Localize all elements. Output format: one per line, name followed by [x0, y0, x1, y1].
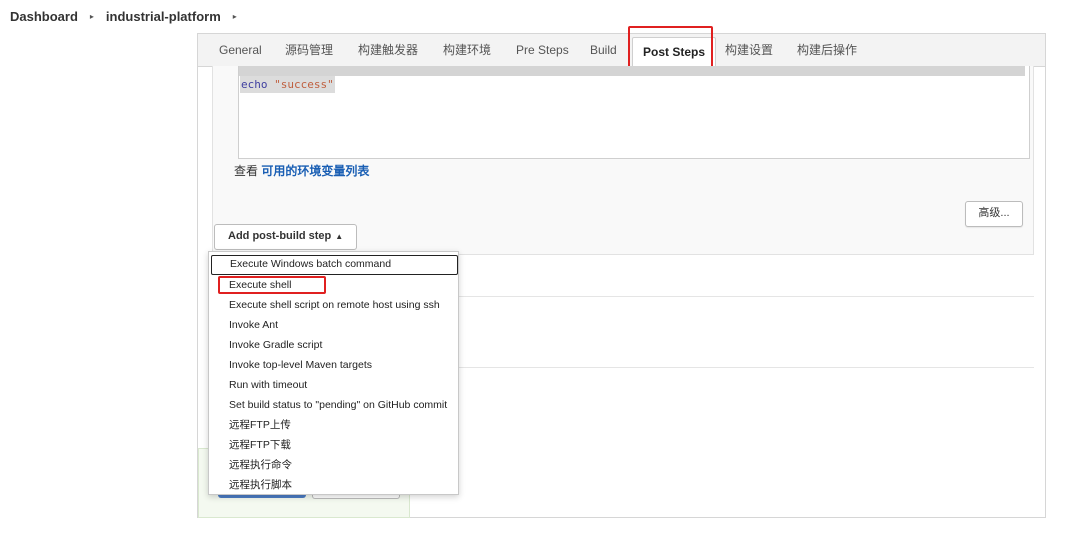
menu-item-run-with-timeout[interactable]: Run with timeout	[209, 375, 458, 395]
menu-item-execute-windows-batch[interactable]: Execute Windows batch command	[211, 255, 458, 275]
advanced-button[interactable]: 高级...	[965, 201, 1023, 227]
editor-code-line: echo "success"	[240, 76, 335, 93]
editor-line-highlight	[239, 66, 1025, 76]
menu-item-ftp-download[interactable]: 远程FTP下载	[209, 435, 458, 455]
tab-pre-steps[interactable]: Pre Steps	[516, 34, 569, 66]
tab-post-steps[interactable]: Post Steps	[632, 37, 717, 67]
tab-build-triggers[interactable]: 构建触发器	[358, 34, 418, 66]
chevron-right-icon[interactable]: ▸	[233, 12, 237, 21]
chevron-right-icon[interactable]: ▸	[90, 12, 94, 21]
menu-item-invoke-gradle[interactable]: Invoke Gradle script	[209, 335, 458, 355]
breadcrumb-dashboard[interactable]: Dashboard	[10, 9, 78, 24]
breadcrumb: Dashboard ▸ industrial-platform ▸	[10, 0, 249, 32]
menu-item-invoke-ant[interactable]: Invoke Ant	[209, 315, 458, 335]
menu-item-remote-command[interactable]: 远程执行命令	[209, 455, 458, 475]
tab-general[interactable]: General	[219, 34, 262, 66]
menu-item-remote-script[interactable]: 远程执行脚本	[209, 475, 458, 495]
menu-item-execute-shell-ssh[interactable]: Execute shell script on remote host usin…	[209, 295, 458, 315]
tab-post-build-actions[interactable]: 构建后操作	[797, 34, 857, 66]
breadcrumb-project[interactable]: industrial-platform	[106, 9, 221, 24]
caret-up-icon: ▲	[335, 232, 344, 241]
post-build-step-menu: Execute Windows batch command Execute sh…	[208, 251, 459, 495]
tab-build-environment[interactable]: 构建环境	[443, 34, 491, 66]
add-step-label: Add post-build step	[228, 230, 332, 242]
menu-item-github-pending[interactable]: Set build status to "pending" on GitHub …	[209, 395, 458, 415]
menu-item-execute-shell[interactable]: Execute shell	[209, 275, 458, 295]
code-keyword: echo	[241, 78, 268, 91]
env-vars-prefix: 查看	[234, 164, 259, 178]
add-post-build-step-button[interactable]: Add post-build step ▲	[214, 224, 358, 250]
menu-item-ftp-upload[interactable]: 远程FTP上传	[209, 415, 458, 435]
tab-scm[interactable]: 源码管理	[285, 34, 333, 66]
shell-command-editor[interactable]: echo "success"	[238, 66, 1030, 159]
menu-item-invoke-maven[interactable]: Invoke top-level Maven targets	[209, 355, 458, 375]
tab-build-settings[interactable]: 构建设置	[725, 34, 773, 66]
env-vars-hint: 查看 可用的环境变量列表	[234, 162, 369, 179]
env-vars-link[interactable]: 可用的环境变量列表	[261, 164, 369, 178]
tab-build[interactable]: Build	[590, 34, 617, 66]
config-tabs: General 源码管理 构建触发器 构建环境 Pre Steps Build …	[198, 26, 1045, 72]
code-string: "success"	[274, 78, 334, 91]
